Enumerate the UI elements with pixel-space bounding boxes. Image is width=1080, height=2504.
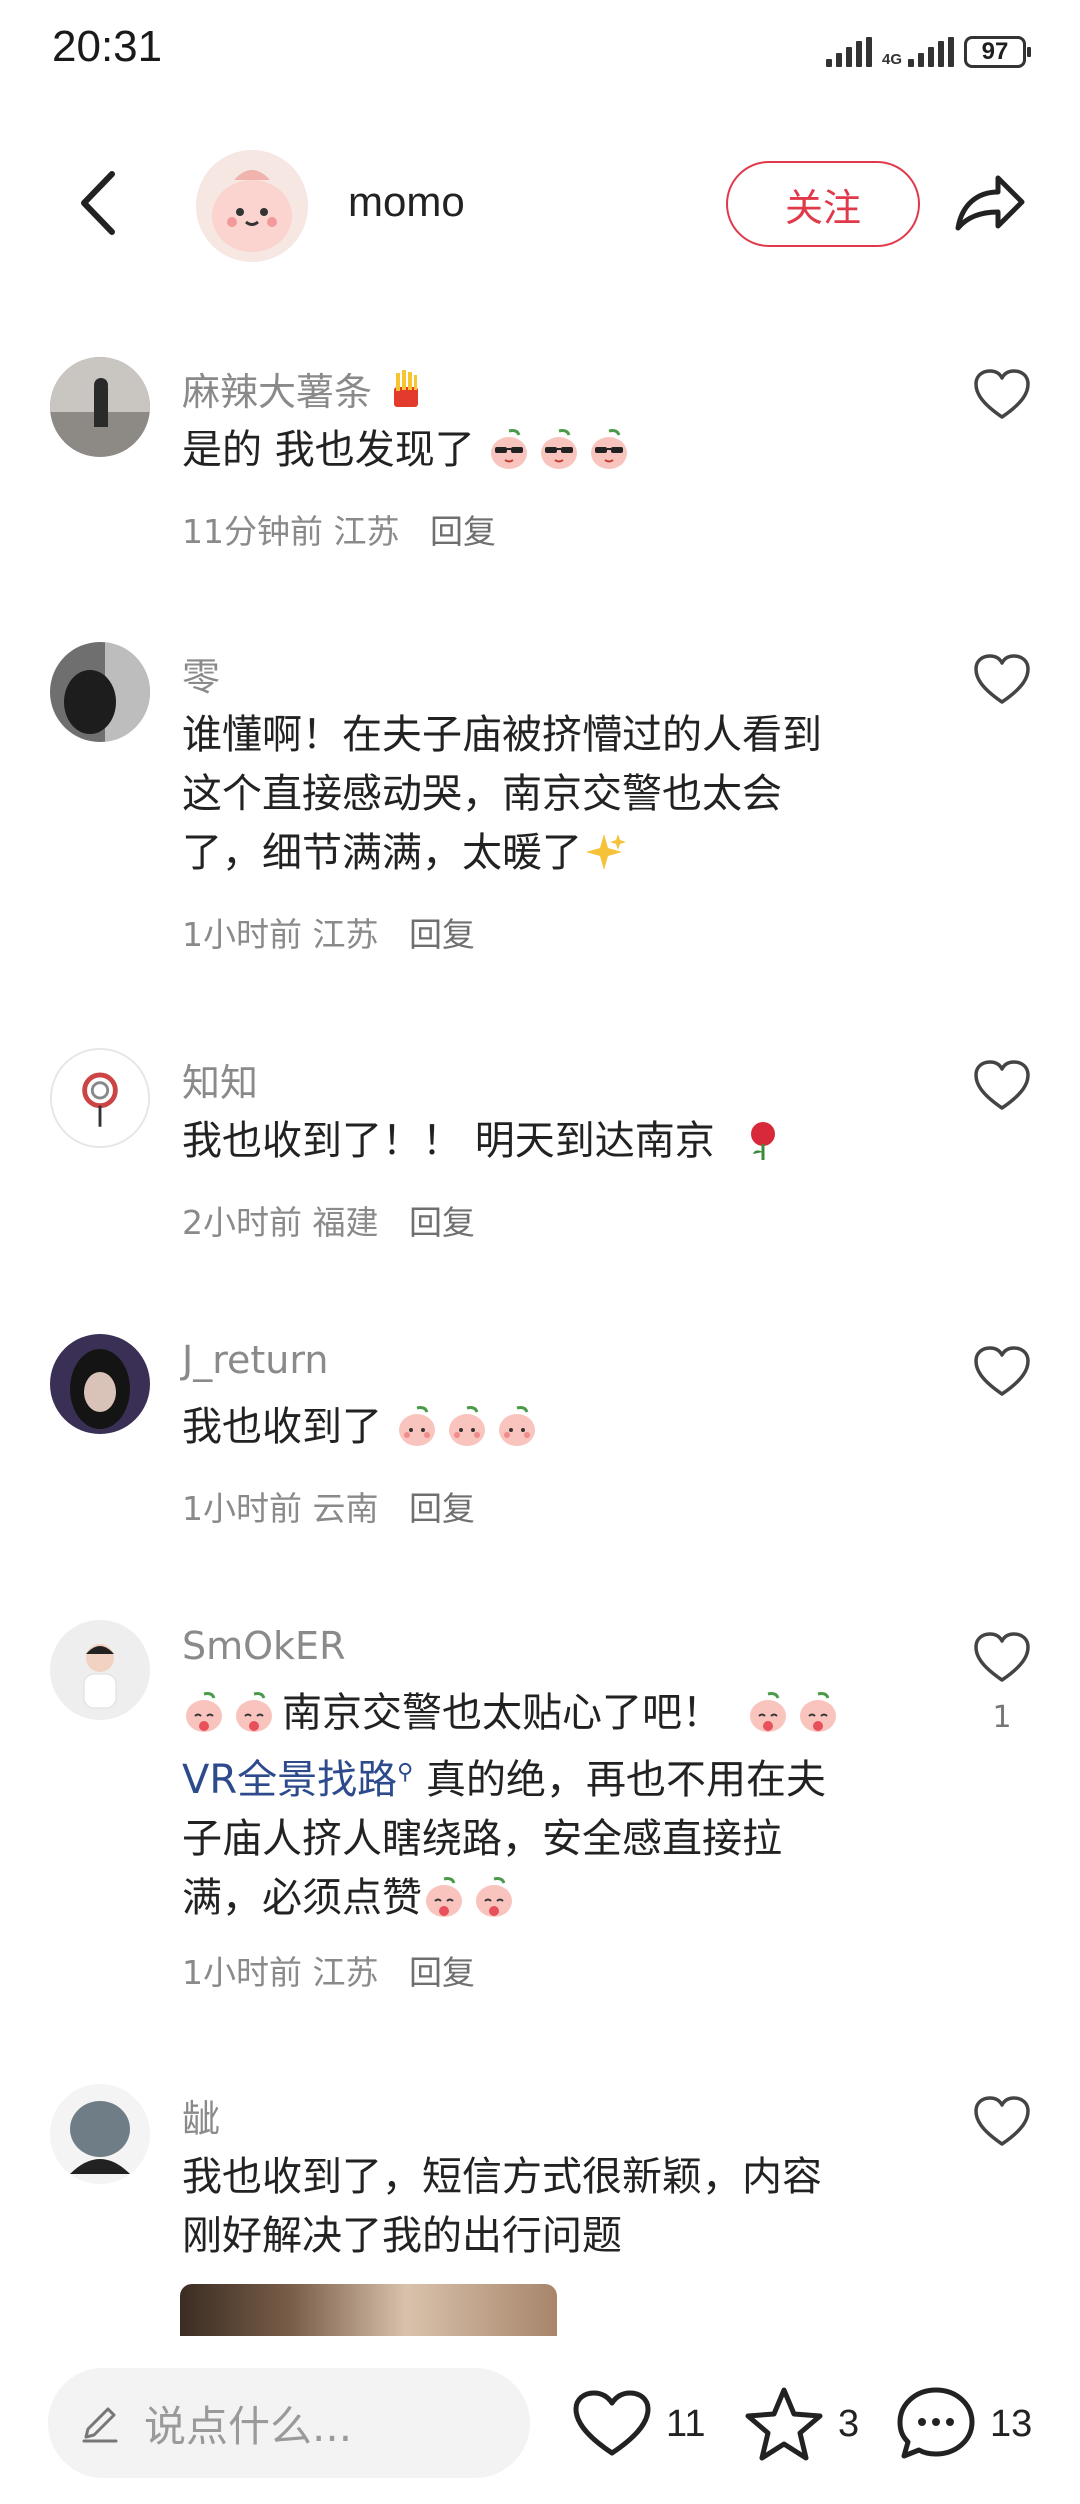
comments-button[interactable]: 13 bbox=[896, 2384, 1032, 2464]
user-avatar[interactable] bbox=[50, 642, 150, 742]
heart-icon bbox=[974, 2096, 1030, 2146]
comment-bubble-icon bbox=[897, 2387, 975, 2459]
comment-count: 13 bbox=[990, 2402, 1033, 2445]
comment-username[interactable]: 零 bbox=[182, 646, 220, 701]
comment-text: 我也收到了！！ 明天到达南京 bbox=[182, 1112, 902, 1171]
like-post-button[interactable]: 11 bbox=[572, 2384, 705, 2464]
user-avatar[interactable] bbox=[50, 1620, 150, 1720]
reply-button[interactable]: 回复 bbox=[430, 512, 496, 551]
chevron-left-icon bbox=[81, 171, 115, 235]
status-time: 20:31 bbox=[52, 22, 163, 71]
back-button[interactable] bbox=[70, 168, 130, 238]
peach-face-emoji-icon bbox=[395, 1404, 439, 1448]
user-avatar[interactable] bbox=[50, 1048, 150, 1148]
rose-emoji-icon bbox=[741, 1118, 785, 1162]
comment-username[interactable]: 龇 bbox=[182, 2088, 220, 2143]
reply-button[interactable]: 回复 bbox=[409, 1489, 475, 1528]
comment-image[interactable] bbox=[180, 2284, 557, 2336]
like-button[interactable] bbox=[972, 652, 1032, 708]
peach-emoji-icon bbox=[472, 1875, 516, 1919]
heart-icon bbox=[974, 654, 1030, 704]
star-icon bbox=[745, 2387, 823, 2461]
network-type: 4G bbox=[881, 51, 902, 68]
sunglasses-peach-emoji-icon bbox=[587, 427, 631, 471]
user-avatar[interactable] bbox=[50, 357, 150, 457]
author-name[interactable]: momo bbox=[348, 178, 465, 226]
reply-button[interactable]: 回复 bbox=[409, 915, 475, 954]
comment-meta: 11分钟前 江苏 回复 bbox=[182, 512, 496, 551]
user-avatar[interactable] bbox=[50, 2084, 150, 2184]
peach-face-emoji-icon bbox=[445, 1404, 489, 1448]
peach-character-icon bbox=[196, 150, 308, 262]
like-count: 11 bbox=[666, 2402, 706, 2445]
comment-username[interactable]: 麻辣大薯条 bbox=[182, 361, 434, 416]
peach-emoji-icon bbox=[422, 1875, 466, 1919]
peach-emoji-icon bbox=[232, 1690, 276, 1734]
sparkles-emoji-icon bbox=[582, 830, 626, 874]
comment-input-placeholder: 说点什么... bbox=[144, 2401, 353, 2451]
comment-text: 南京交警也太贴心了吧！ VR全景找路⚲ 真的绝，再也不用在夫 子庙人挤人瞎绕路，… bbox=[182, 1684, 902, 1928]
share-icon bbox=[955, 175, 1025, 231]
comment-username[interactable]: SmOkER bbox=[182, 1624, 345, 1668]
sunglasses-peach-emoji-icon bbox=[537, 427, 581, 471]
follow-button[interactable]: 关注 bbox=[726, 161, 920, 247]
pencil-icon bbox=[82, 2407, 118, 2443]
peach-emoji-icon bbox=[746, 1690, 790, 1734]
like-button[interactable] bbox=[972, 1630, 1032, 1686]
share-button[interactable] bbox=[952, 168, 1028, 240]
comment-username[interactable]: J_return bbox=[182, 1338, 328, 1382]
reply-button[interactable]: 回复 bbox=[409, 1953, 475, 1992]
comment-text: 是的 我也发现了 bbox=[182, 421, 902, 480]
peach-emoji-icon bbox=[182, 1690, 226, 1734]
heart-icon bbox=[974, 1632, 1030, 1682]
reply-button[interactable]: 回复 bbox=[409, 1203, 475, 1242]
favorite-button[interactable]: 3 bbox=[744, 2384, 859, 2464]
search-icon: ⚲ bbox=[397, 1760, 414, 1785]
heart-icon bbox=[573, 2390, 651, 2456]
comment-meta: 2小时前 福建 回复 bbox=[182, 1203, 475, 1242]
comment-meta: 1小时前 云南 回复 bbox=[182, 1489, 475, 1528]
favorite-count: 3 bbox=[838, 2402, 860, 2445]
vr-navigation-link[interactable]: VR全景找路 bbox=[182, 1757, 397, 1803]
peach-face-emoji-icon bbox=[495, 1404, 539, 1448]
user-avatar[interactable] bbox=[50, 1334, 150, 1434]
comment-text: 谁懂啊！在夫子庙被挤懵过的人看到 这个直接感动哭，南京交警也太会 了，细节满满，… bbox=[182, 712, 822, 876]
heart-icon bbox=[974, 369, 1030, 419]
heart-icon bbox=[974, 1346, 1030, 1396]
comment-input[interactable]: 说点什么... bbox=[48, 2368, 530, 2478]
author-avatar[interactable] bbox=[196, 150, 308, 262]
like-count: 1 bbox=[992, 1700, 1012, 1735]
comment-username[interactable]: 知知 bbox=[182, 1052, 258, 1107]
like-button[interactable] bbox=[972, 1058, 1032, 1114]
signal-icon bbox=[825, 37, 872, 67]
peach-emoji-icon bbox=[796, 1690, 840, 1734]
signal-icon-2 bbox=[908, 37, 954, 67]
like-button[interactable] bbox=[972, 2094, 1032, 2150]
sunglasses-peach-emoji-icon bbox=[487, 427, 531, 471]
comment-meta: 1小时前 江苏 回复 bbox=[182, 915, 475, 954]
status-icons: 4G 97 bbox=[825, 30, 1031, 74]
fries-emoji-icon bbox=[384, 367, 428, 411]
battery-icon: 97 bbox=[964, 36, 1031, 68]
comment-meta: 1小时前 江苏 回复 bbox=[182, 1953, 475, 1992]
comment-text: 我也收到了，短信方式很新颖，内容 刚好解决了我的出行问题 bbox=[182, 2154, 822, 2259]
comment-text: 我也收到了 bbox=[182, 1398, 902, 1457]
heart-icon bbox=[974, 1060, 1030, 1110]
like-button[interactable] bbox=[972, 367, 1032, 423]
like-button[interactable] bbox=[972, 1344, 1032, 1400]
